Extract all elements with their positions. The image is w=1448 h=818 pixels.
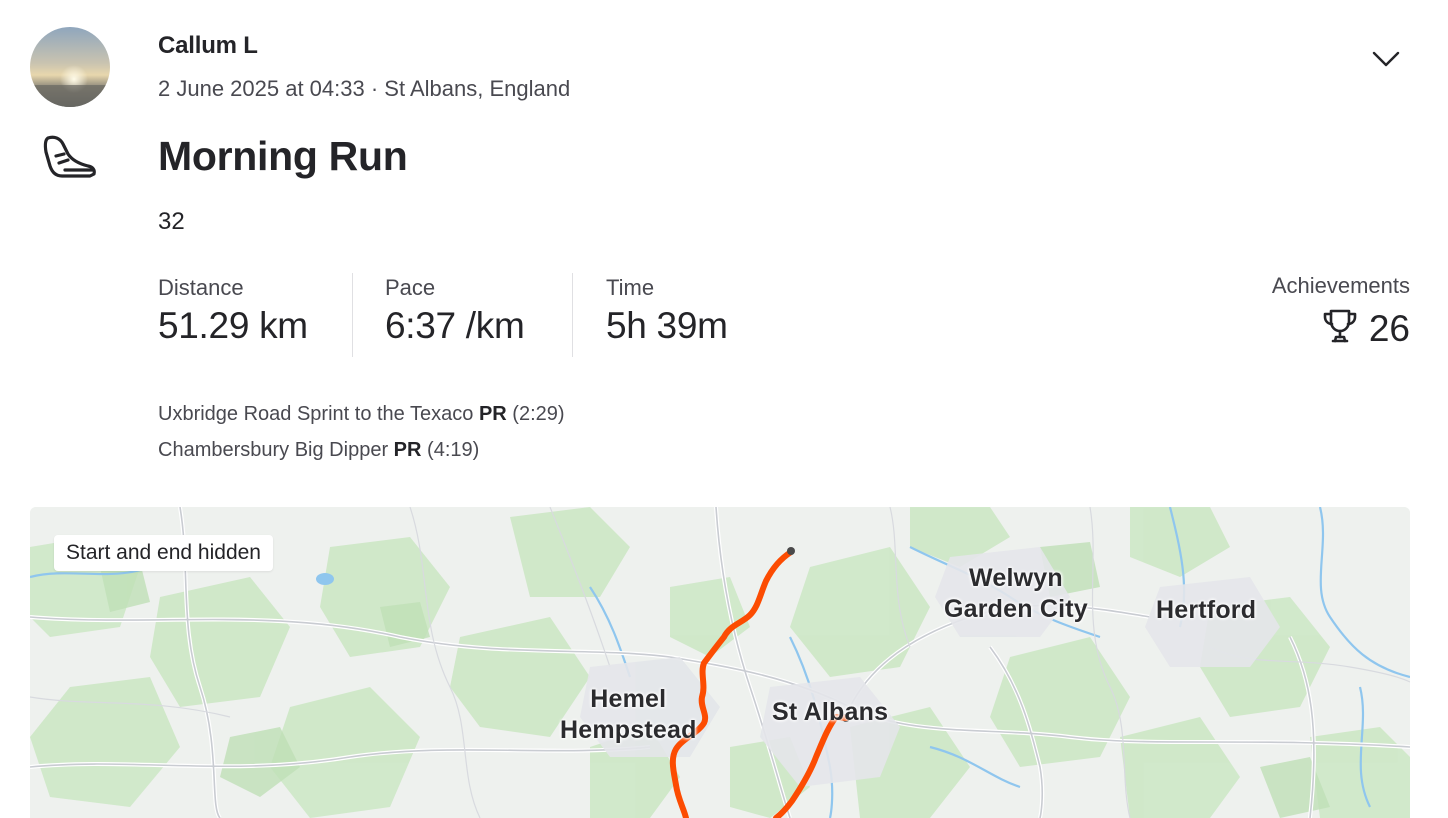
segment-list: Uxbridge Road Sprint to the Texaco PR (2…: [158, 396, 565, 468]
privacy-badge: Start and end hidden: [54, 535, 273, 571]
running-shoe-icon: [42, 132, 98, 180]
stat-label: Time: [606, 275, 655, 300]
stat-distance: Distance 51.29 km: [158, 273, 308, 357]
segment-time: (4:19): [427, 439, 480, 461]
stat-pace: Pace 6:37 /km: [385, 273, 525, 357]
activity-description: 32: [158, 208, 185, 235]
segment-name: Uxbridge Road Sprint to the Texaco: [158, 403, 474, 425]
achievements-count: 26: [1368, 307, 1410, 349]
stat-divider: [352, 273, 353, 357]
segment-name: Chambersbury Big Dipper: [158, 439, 389, 461]
stat-value: 51.29 km: [158, 305, 308, 346]
place-label-st-albans: St Albans: [772, 698, 889, 726]
athlete-avatar[interactable]: [30, 27, 110, 107]
stat-value: 6:37 /km: [385, 305, 525, 346]
activity-title: Morning Run: [158, 133, 408, 179]
stat-label: Pace: [385, 275, 436, 300]
segment-item[interactable]: Chambersbury Big Dipper PR (4:19): [158, 432, 565, 468]
achievements[interactable]: Achievements 26: [1272, 273, 1410, 350]
athlete-name[interactable]: Callum L: [158, 32, 258, 60]
chevron-down-icon[interactable]: [1368, 44, 1404, 74]
place-label-hemel: Hemel Hempstead: [560, 685, 697, 744]
stat-divider: [572, 273, 573, 357]
trophy-icon: [1321, 307, 1359, 350]
place-label-hertford: Hertford: [1156, 596, 1257, 624]
route-endpoint: [787, 547, 795, 555]
segment-time: (2:29): [512, 403, 565, 425]
stat-value: 5h 39m: [606, 305, 728, 346]
pr-badge: PR: [478, 403, 507, 425]
achievements-label: Achievements: [1271, 273, 1410, 298]
segment-item[interactable]: Uxbridge Road Sprint to the Texaco PR (2…: [158, 396, 565, 432]
pr-badge: PR: [393, 439, 422, 461]
activity-meta: 2 June 2025 at 04:33 · St Albans, Englan…: [158, 76, 571, 101]
stat-time: Time 5h 39m: [606, 273, 728, 357]
place-label-welwyn: Welwyn Garden City: [944, 564, 1088, 623]
route-map[interactable]: Start and end hidden Welwyn Garden City …: [30, 507, 1410, 818]
stat-label: Distance: [158, 275, 244, 300]
